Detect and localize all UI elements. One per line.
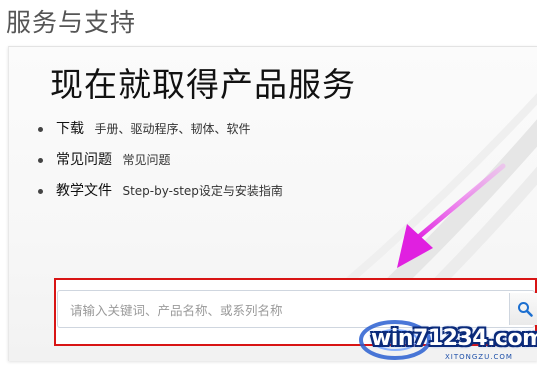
feature-tutorial[interactable]: 教学文件 Step-by-step设定与安装指南 xyxy=(38,180,283,211)
search-button[interactable] xyxy=(509,293,537,325)
feature-title[interactable]: 下载 xyxy=(56,121,84,137)
page-title: 服务与支持 xyxy=(6,8,137,37)
search-icon xyxy=(518,302,533,317)
bullet-icon xyxy=(38,158,43,163)
feature-desc: Step-by-step设定与安装指南 xyxy=(122,184,283,198)
hero-heading: 现在就取得产品服务 xyxy=(50,65,356,104)
feature-desc: 常见问题 xyxy=(122,153,171,167)
search-input[interactable] xyxy=(68,291,502,329)
feature-title[interactable]: 教学文件 xyxy=(56,183,112,199)
feature-list: 下载 手册、驱动程序、韧体、软件 常见问题 常见问题 教学文件 Step-by-… xyxy=(38,118,283,211)
feature-title[interactable]: 常见问题 xyxy=(56,152,112,168)
bullet-icon xyxy=(38,127,43,132)
search-box xyxy=(57,290,537,329)
feature-faq[interactable]: 常见问题 常见问题 xyxy=(38,149,283,180)
bullet-icon xyxy=(38,189,43,194)
feature-download[interactable]: 下载 手册、驱动程序、韧体、软件 xyxy=(38,118,283,149)
feature-desc: 手册、驱动程序、韧体、软件 xyxy=(94,122,251,136)
